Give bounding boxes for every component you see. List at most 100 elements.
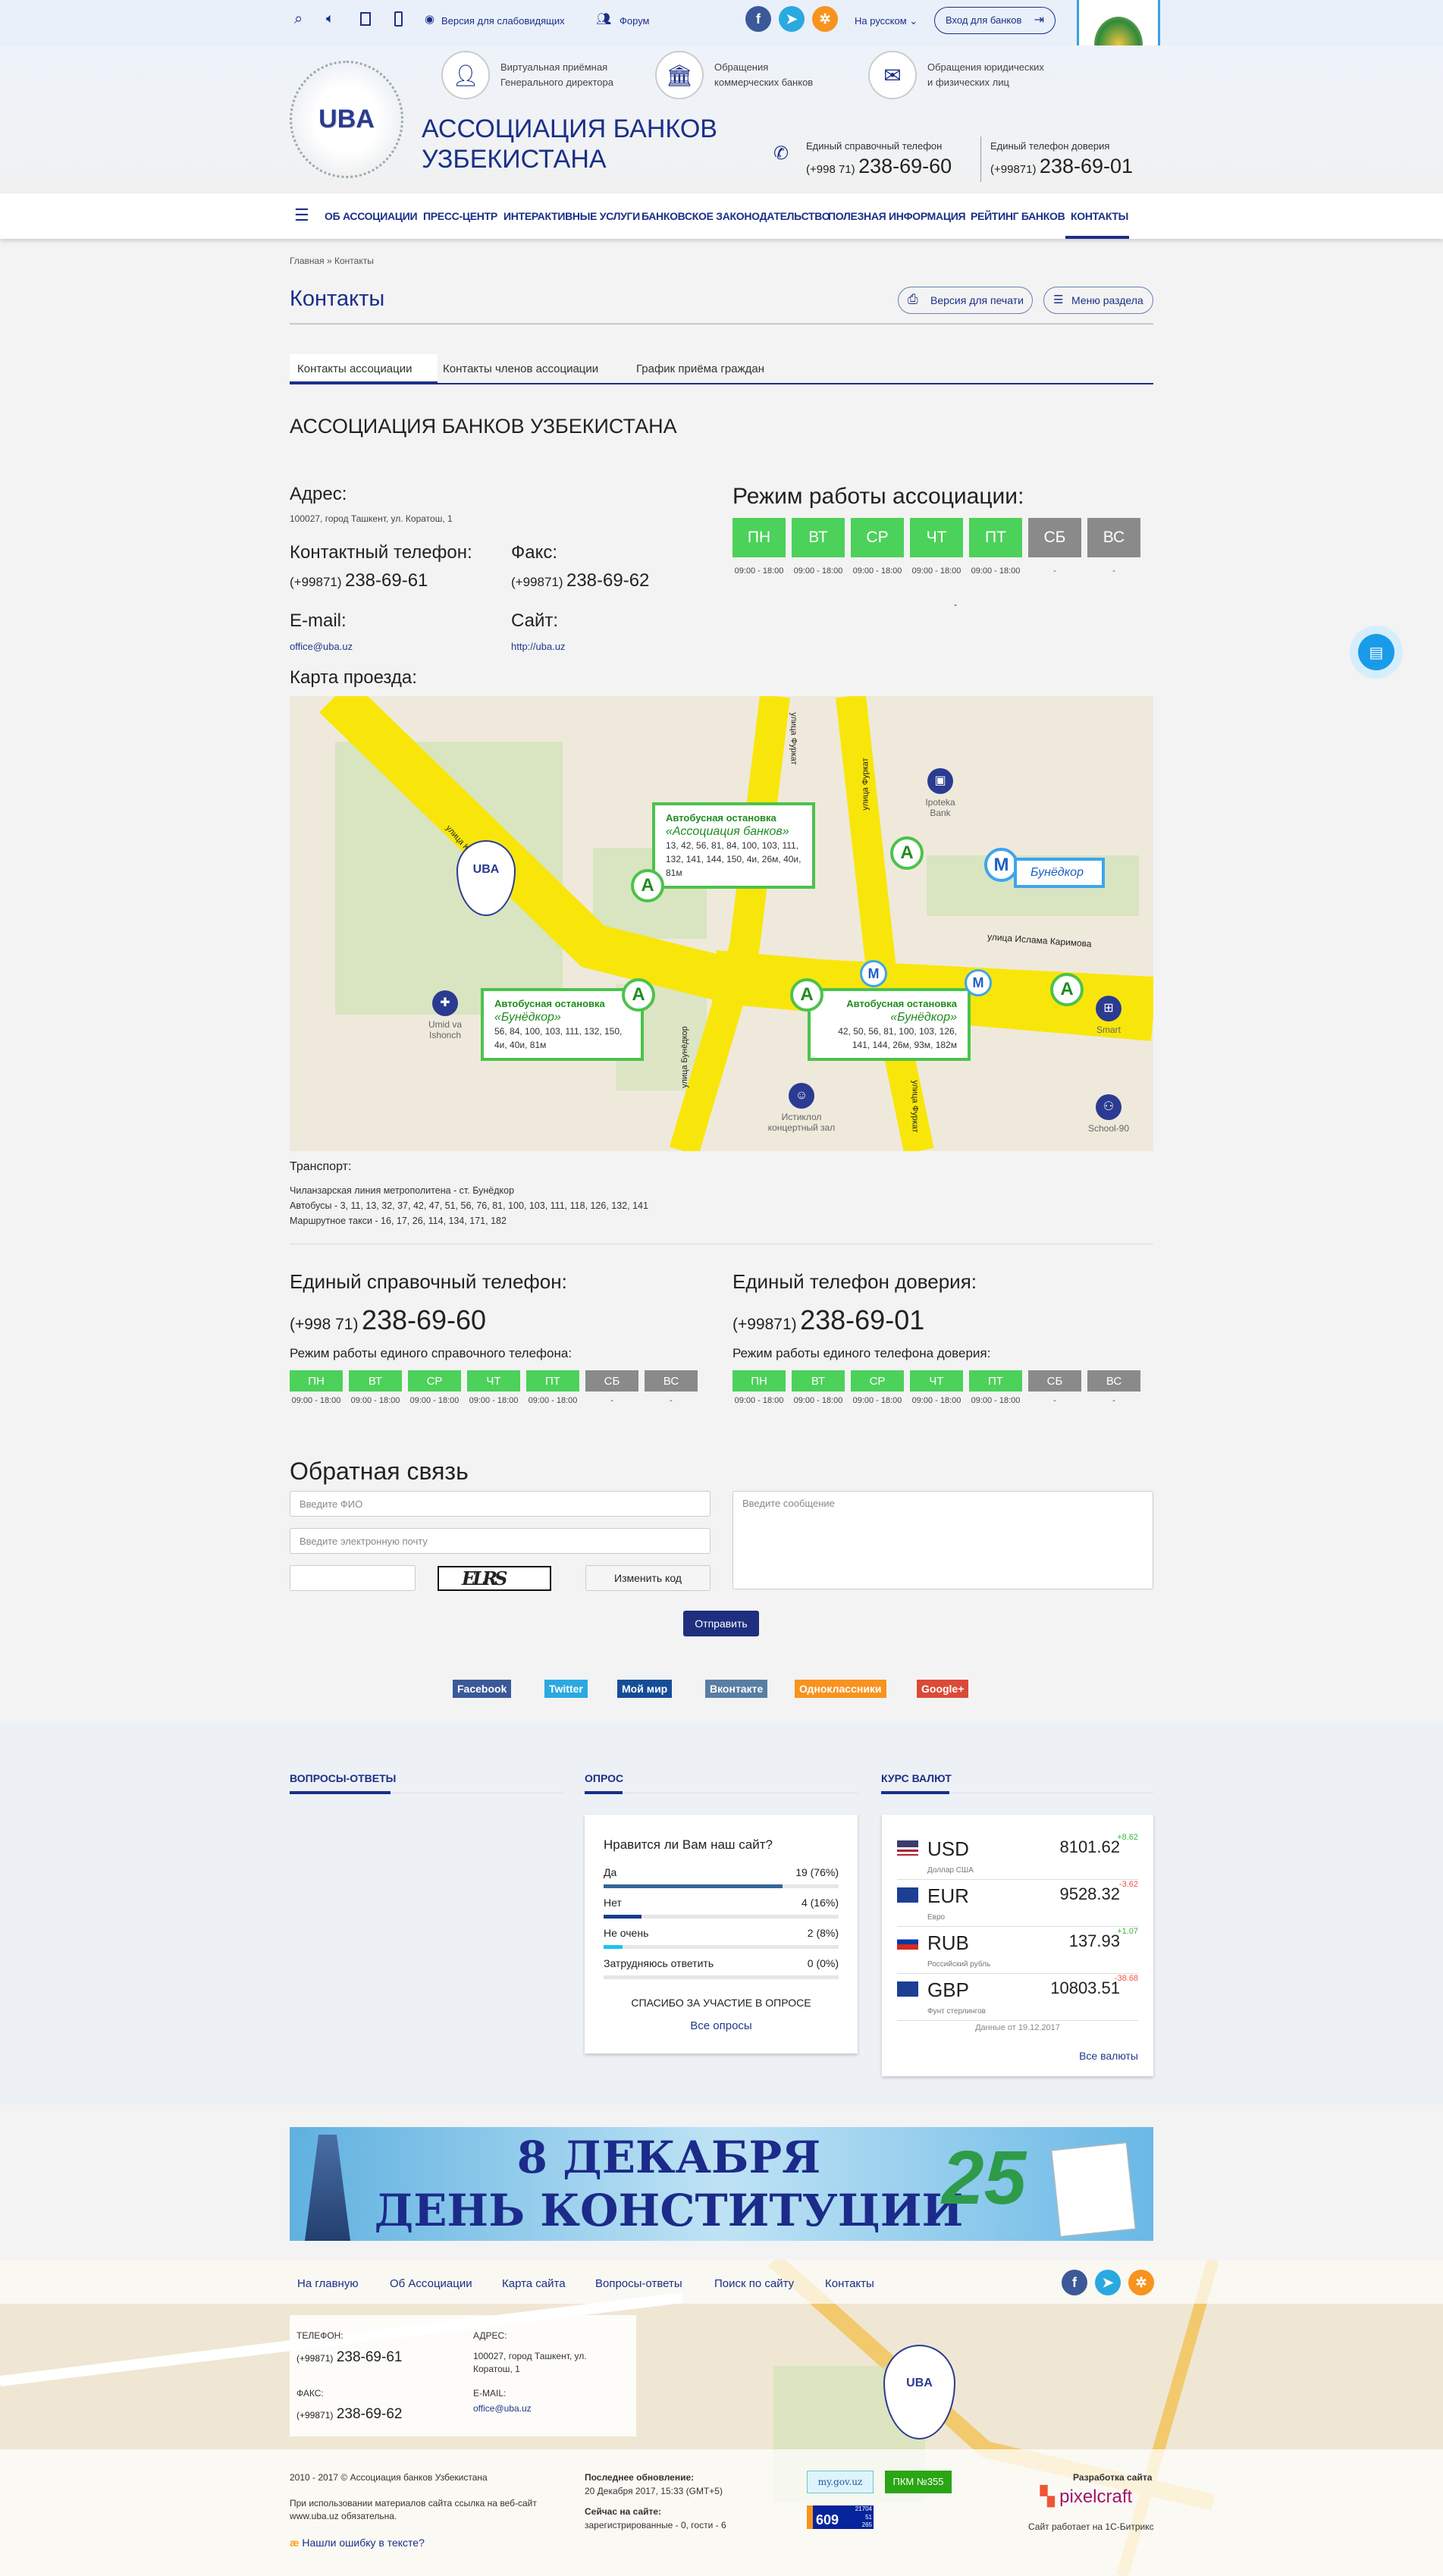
day-пн: ПН [732,518,786,557]
share-0[interactable]: Facebook [453,1680,512,1698]
org-name[interactable]: АССОЦИАЦИЯ БАНКОВ УЗБЕКИСТАНА [422,114,717,174]
citizen-appeals-link[interactable]: ✉ Обращения юридических и физических лиц [868,51,1044,99]
odnoklassniki-icon[interactable]: ✲ [812,6,838,32]
counter-main: 609 [816,2512,839,2527]
transport-item: Маршрутное такси - 16, 17, 26, 114, 134,… [290,1216,507,1226]
email-input[interactable]: Введите электронную почту [290,1528,711,1554]
tab-reception-schedule[interactable]: График приёма граждан [636,362,764,375]
day-сб: СБ [585,1370,638,1392]
footer-phone-label: ТЕЛЕФОН: [296,2330,343,2341]
all-currencies-link[interactable]: Все валюты [1079,2050,1138,2062]
poll-option-result: 0 (0%) [807,1957,839,1969]
poll-option-result: 19 (76%) [795,1866,839,1878]
currency-heading[interactable]: КУРС ВАЛЮТ [881,1772,952,1784]
footer-nav-about[interactable]: Об Ассоциации [390,2277,472,2290]
forum-link[interactable]: Форум [620,15,650,27]
stop-routes: 13, 42, 56, 81, 84, 100, 103, 111, 132, … [666,840,801,878]
site-label: Сайт: [511,610,559,631]
uba-logo[interactable]: UBA [290,61,403,178]
breadcrumb[interactable]: Главная » Контакты [290,256,374,266]
nav-bank-rating[interactable]: Рейтинг банков [971,210,1065,222]
bus-stop-callout: Автобусная остановка «Бунёдкор» 56, 84, 10… [481,988,644,1061]
bank-login-button[interactable]: Вход для банков ⇥ [934,7,1056,34]
rss-icon[interactable] [360,12,371,26]
banner-number: 25 [942,2135,1027,2220]
nav-useful-info[interactable]: Полезная информация [828,210,966,222]
pixelcraft-logo[interactable]: ▚ pixelcraft [1040,2486,1132,2508]
faq-heading[interactable]: ВОПРОСЫ-ОТВЕТЫ [290,1772,396,1784]
share-5[interactable]: Google+ [917,1680,969,1698]
poi-school: ⚇ School-90 [1086,1094,1131,1134]
section-menu-button[interactable]: ☰ Меню раздела [1043,287,1153,314]
odnoklassniki-icon[interactable]: ✲ [1128,2270,1154,2295]
search-icon[interactable]: ⌕ [294,11,303,28]
basket-icon: ⊞ [1096,996,1121,1021]
currency-row: RUB Российский рубль 137.93 +1.07 [897,1925,1138,1974]
report-typo-link[interactable]: æ Нашли ошибку в тексте? [290,2537,425,2549]
footer-nav-sitemap[interactable]: Карта сайта [502,2277,566,2290]
site-link[interactable]: http://uba.uz [511,641,566,652]
day-вс: ВС [1087,1370,1140,1392]
captcha-input[interactable] [290,1565,416,1591]
directions-map[interactable]: улица Кораташ улица Фуркат улица Фуркат … [290,696,1153,1151]
service-line: Генерального директора [500,77,613,88]
service-line: и физических лиц [927,77,1009,88]
facebook-icon[interactable]: f [1062,2270,1087,2295]
share-1[interactable]: Twitter [544,1680,588,1698]
footer-nav-home[interactable]: На главную [297,2277,359,2290]
change-captcha-button[interactable]: Изменить код [585,1565,711,1591]
language-select[interactable]: На русском ⌄ [855,15,918,27]
street-label: улица Фуркат [861,758,871,811]
banner-text: 8 ДЕКАБРЯ ДЕНЬ КОНСТИТУЦИИ [290,2131,1048,2237]
currency-row: EUR Евро 9528.32 -3.62 [897,1878,1138,1927]
stop-title: Автобусная остановка [494,998,605,1009]
captcha-image: ELRS [438,1566,551,1591]
share-4[interactable]: Одноклассники [795,1680,886,1698]
share-2[interactable]: Мой мир [617,1680,673,1698]
name-input[interactable]: Введите ФИО [290,1491,711,1517]
facebook-icon[interactable]: f [745,6,771,32]
telegram-icon[interactable]: ➤ [1095,2270,1121,2295]
nav-active-indicator [1065,236,1129,239]
day-вт: ВТ [792,518,845,557]
mobile-icon[interactable] [394,11,403,27]
tab-association-contacts[interactable]: Контакты ассоциации [290,354,438,384]
all-polls-link[interactable]: Все опросы [585,2019,858,2032]
tab-member-contacts[interactable]: Контакты членов ассоциации [443,362,598,375]
nav-press[interactable]: Пресс-центр [423,210,497,222]
nav-services[interactable]: Интерактивные услуги [503,210,640,222]
poll-option: Затрудняюсь ответить 0 (0%) [604,1957,839,1979]
share-3[interactable]: Вконтакте [705,1680,768,1698]
footer-nav-contacts[interactable]: Контакты [825,2277,874,2290]
day-hours: - [670,1396,673,1405]
menu-label: Меню раздела [1071,294,1143,306]
poll-option-label: Да [604,1866,617,1878]
pkm-badge[interactable]: ПКМ №355 [885,2471,952,2493]
submit-button[interactable]: Отправить [683,1611,759,1636]
hamburger-menu-icon[interactable]: ☰ [294,207,309,224]
footer-nav-faq[interactable]: Вопросы-ответы [595,2277,682,2290]
nav-contacts[interactable]: Контакты [1071,210,1128,222]
tasix-counter[interactable]: 609 21704 51 265 [807,2505,874,2529]
print-version-button[interactable]: ⎙ Версия для печати [898,287,1033,314]
virtual-reception-link[interactable]: 👤︎ Виртуальная приёмная Генерального дире… [441,51,613,99]
constitution-day-banner[interactable]: 8 ДЕКАБРЯ ДЕНЬ КОНСТИТУЦИИ 25 [290,2127,1153,2241]
low-vision-link[interactable]: Версия для слабовидящих [441,15,565,27]
telegram-icon[interactable]: ➤ [779,6,805,32]
day-hours: - [1112,566,1115,576]
message-textarea[interactable]: Введите сообщение [732,1491,1153,1589]
footer-email[interactable]: office@uba.uz [473,2403,532,2414]
nav-legislation[interactable]: Банковское законодательство [642,210,830,222]
mygov-badge[interactable]: my.gov.uz [807,2471,874,2493]
heading-underline [585,1791,623,1794]
chat-button[interactable]: ▤ [1350,626,1403,679]
poll-option-result: 4 (16%) [801,1897,839,1909]
nav-about[interactable]: Об ассоциации [325,210,418,222]
hotline-schedule: ПН ВТ СР ЧТ ПТ СБ ВС 09:00 - 18:00 09:00 - 18:00… [290,1370,698,1405]
sound-icon[interactable]: 🔈︎ [326,11,334,27]
footer-nav-search[interactable]: Поиск по сайту [714,2277,794,2290]
bank-appeals-link[interactable]: 🏛︎ Обращения коммерческих банков [655,51,813,99]
email-link[interactable]: office@uba.uz [290,641,353,652]
poll-heading[interactable]: ОПРОС [585,1772,623,1784]
currency-value: 10803.51 [1050,1978,1120,1997]
